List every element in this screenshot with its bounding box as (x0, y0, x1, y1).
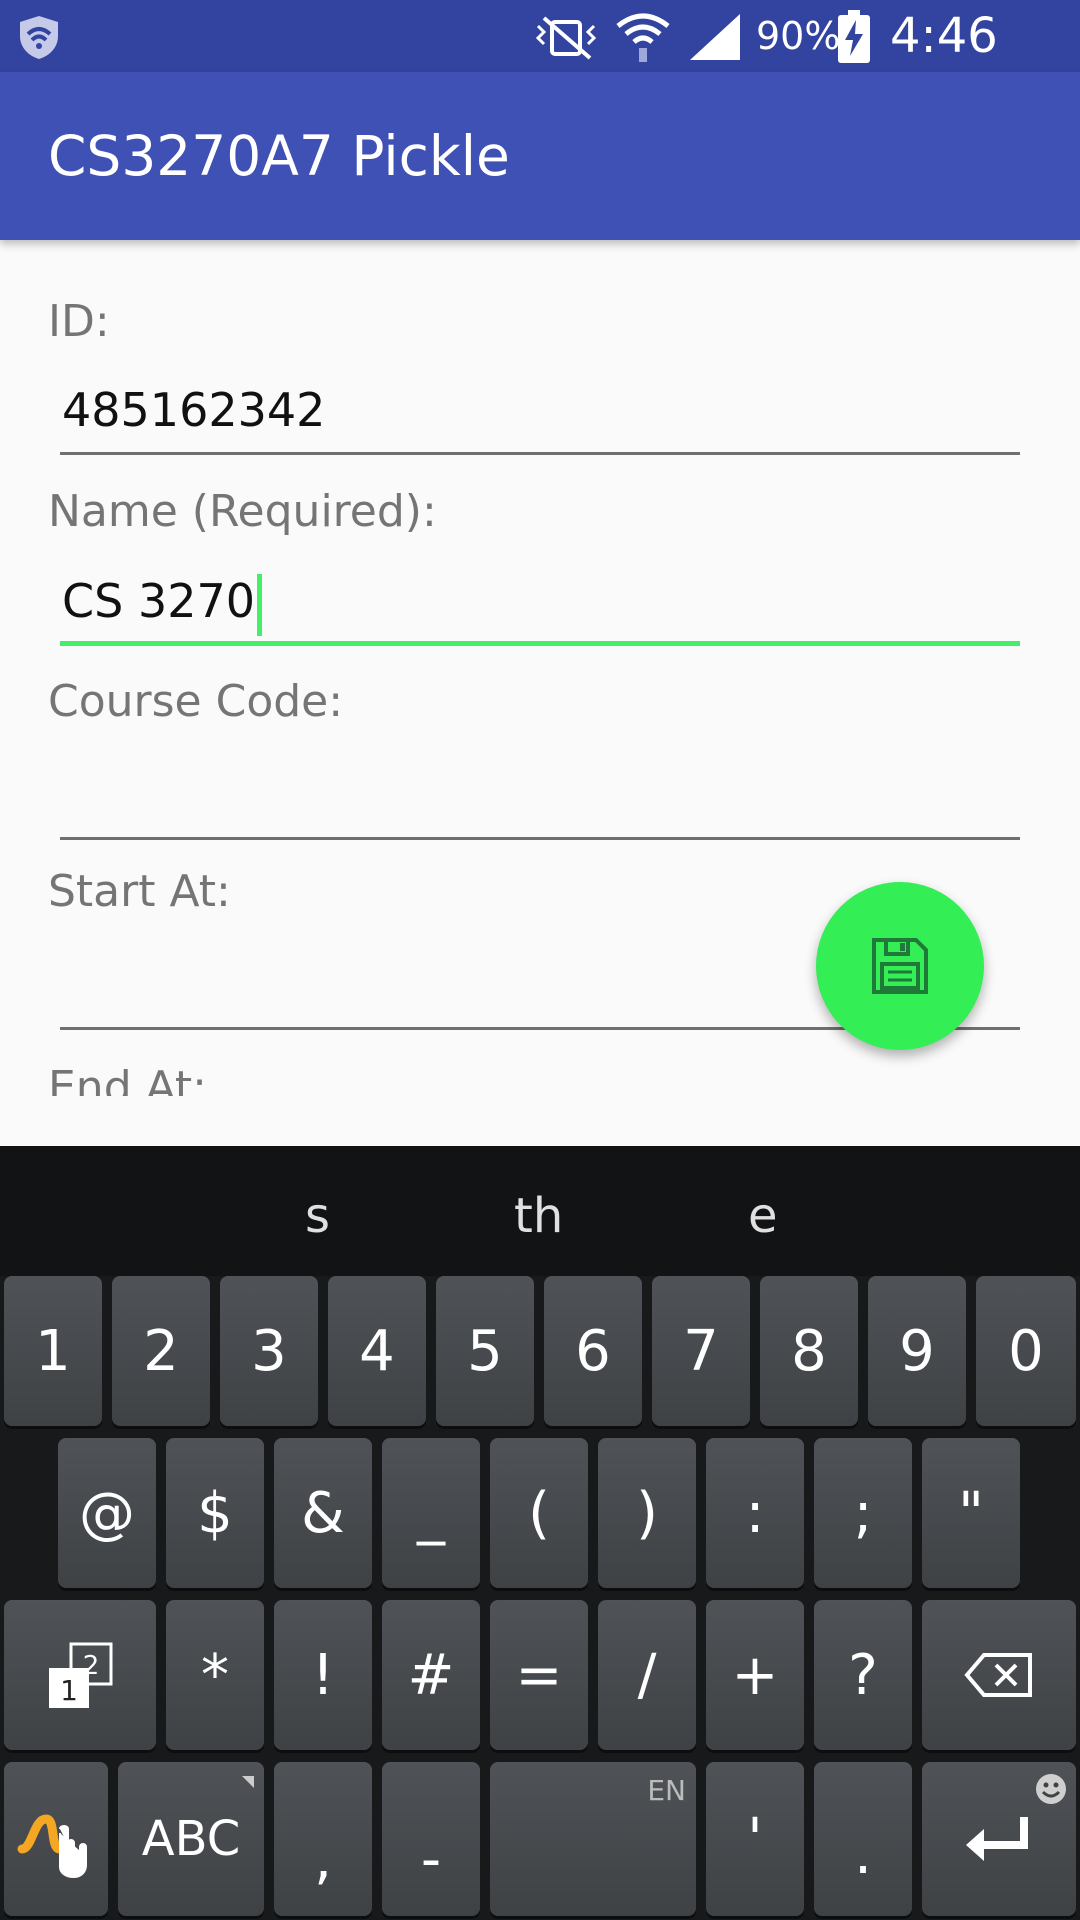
key-comma[interactable]: , (274, 1762, 372, 1916)
key-dash[interactable]: - (382, 1762, 480, 1916)
app-bar: CS3270A7 Pickle (0, 72, 1080, 240)
key-at[interactable]: @ (58, 1438, 156, 1588)
id-field[interactable]: 485162342 (60, 375, 1020, 455)
key-3[interactable]: 3 (220, 1276, 318, 1426)
save-icon (872, 938, 928, 994)
text-cursor (257, 573, 263, 636)
key-comma-label: , (314, 1826, 332, 1892)
key-equals[interactable]: = (490, 1600, 588, 1750)
swype-icon (17, 1814, 87, 1879)
end-at-label: End At: (48, 1062, 208, 1096)
key-2[interactable]: 2 (112, 1276, 210, 1426)
key-5[interactable]: 5 (436, 1276, 534, 1426)
suggestion-bar: s th e (0, 1146, 1080, 1276)
id-field-value: 485162342 (62, 383, 326, 437)
key-quote[interactable]: " (922, 1438, 1020, 1588)
course-code-field[interactable] (60, 760, 1020, 840)
key-4[interactable]: 4 (328, 1276, 426, 1426)
save-fab-button[interactable] (816, 882, 984, 1050)
shield-icon (20, 16, 58, 59)
key-asterisk[interactable]: * (166, 1600, 264, 1750)
key-1[interactable]: 1 (4, 1276, 102, 1426)
corner-indicator-icon (242, 1776, 254, 1788)
key-open-paren[interactable]: ( (490, 1438, 588, 1588)
key-9[interactable]: 9 (868, 1276, 966, 1426)
start-at-label: Start At: (48, 866, 231, 917)
suggestion-item[interactable]: e (748, 1188, 778, 1244)
key-slash[interactable]: / (598, 1600, 696, 1750)
key-period[interactable]: . (814, 1762, 912, 1916)
soft-keyboard: s th e 1 2 3 4 5 6 7 8 9 0 @ $ & _ ( ) :… (0, 1146, 1080, 1920)
enter-button[interactable] (922, 1762, 1076, 1916)
key-6[interactable]: 6 (544, 1276, 642, 1426)
key-underscore[interactable]: _ (382, 1438, 480, 1588)
emoji-icon (1036, 1774, 1066, 1804)
status-bar: 90% 4:46 PM (0, 0, 1080, 120)
key-hash[interactable]: # (382, 1600, 480, 1750)
key-7[interactable]: 7 (652, 1276, 750, 1426)
battery-charging-icon (838, 10, 870, 63)
key-period-label: . (854, 1821, 872, 1887)
key-0[interactable]: 0 (976, 1276, 1076, 1426)
key-dollar[interactable]: $ (166, 1438, 264, 1588)
key-exclamation[interactable]: ! (274, 1600, 372, 1750)
backspace-icon (964, 1653, 1032, 1697)
swype-button[interactable] (4, 1762, 108, 1916)
key-question[interactable]: ? (814, 1600, 912, 1750)
id-label: ID: (48, 296, 110, 347)
enter-icon (966, 1817, 1028, 1861)
suggestion-item[interactable]: th (514, 1188, 563, 1244)
key-apostrophe-label: ' (747, 1806, 763, 1872)
symbols-page-icon: 2 1 (49, 1642, 113, 1708)
backspace-button[interactable] (922, 1600, 1076, 1750)
key-plus[interactable]: + (706, 1600, 804, 1750)
wifi-icon (616, 13, 670, 62)
abc-button-label: ABC (141, 1811, 241, 1867)
name-field[interactable]: CS 3270 (60, 566, 1020, 646)
key-dash-label: - (420, 1826, 442, 1892)
suggestion-item[interactable]: s (305, 1188, 330, 1244)
key-8[interactable]: 8 (760, 1276, 858, 1426)
signal-icon (690, 14, 740, 60)
vibrate-mute-icon (535, 16, 597, 60)
abc-button[interactable]: ABC (118, 1762, 264, 1916)
key-close-paren[interactable]: ) (598, 1438, 696, 1588)
language-label: EN (647, 1774, 686, 1807)
key-colon[interactable]: : (706, 1438, 804, 1588)
key-semicolon[interactable]: ; (814, 1438, 912, 1588)
course-code-label: Course Code: (48, 676, 344, 727)
key-apostrophe[interactable]: ' (706, 1762, 804, 1916)
key-ampersand[interactable]: & (274, 1438, 372, 1588)
battery-percent: 90% (756, 14, 841, 58)
symbols-page-button[interactable]: 2 1 (4, 1600, 156, 1750)
name-label: Name (Required): (48, 486, 437, 537)
space-bar[interactable]: EN (490, 1762, 696, 1916)
app-title: CS3270A7 Pickle (48, 124, 510, 188)
name-field-value: CS 3270 (62, 574, 256, 628)
svg-text:1: 1 (60, 1674, 78, 1707)
